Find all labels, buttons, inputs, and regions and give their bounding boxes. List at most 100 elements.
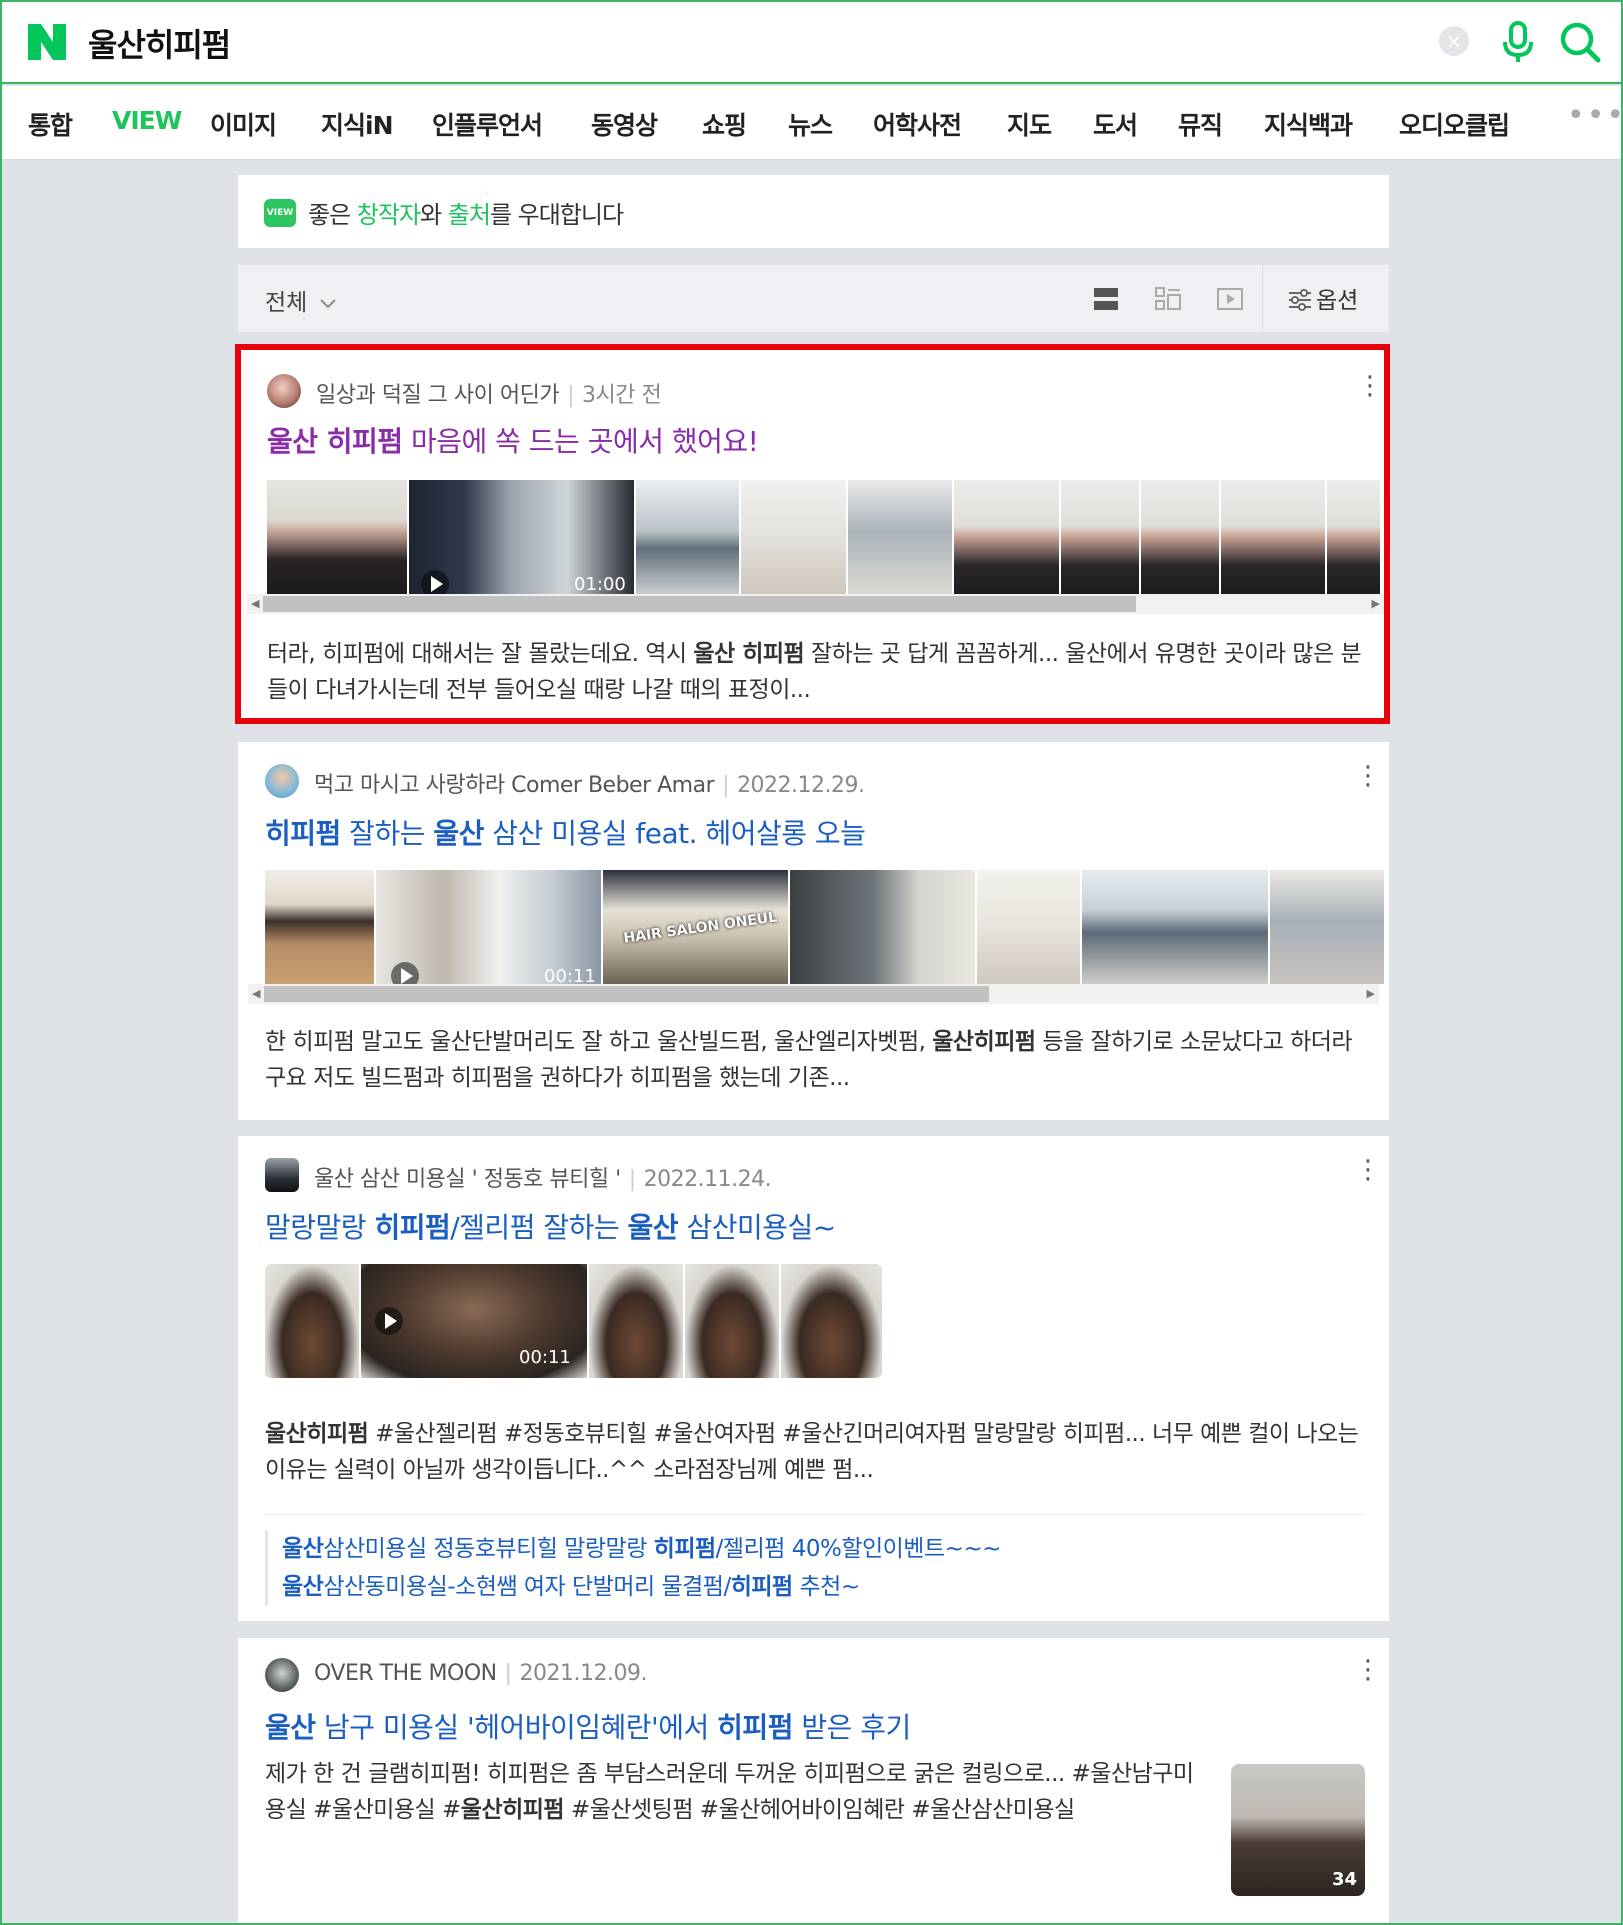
title-text: 삼산 미용실 feat. 헤어살롱 오늘 (483, 817, 866, 850)
more-options-icon[interactable]: ⋮ (1355, 763, 1381, 789)
tab-encyclopedia[interactable]: 지식백과 (1264, 106, 1353, 142)
result-title[interactable]: 울산 남구 미용실 '헤어바이임혜란'에서 히피펌 받은 후기 (265, 1706, 911, 1746)
post-time: 2022.11.24. (643, 1167, 772, 1192)
related-link-text: /젤리펌 40%할인이벤트~~~ (715, 1536, 1002, 1562)
play-icon[interactable] (421, 570, 449, 594)
tab-dictionary[interactable]: 어학사전 (873, 106, 962, 142)
thumbnail-image[interactable] (1061, 480, 1141, 594)
filter-all-dropdown[interactable]: 전체 (265, 283, 337, 317)
scroll-right-icon[interactable]: ▶ (1367, 987, 1375, 1000)
image-strip[interactable]: 00:11 (265, 1264, 882, 1378)
thumbnail-image[interactable] (1141, 480, 1221, 594)
author-name[interactable]: OVER THE MOON (314, 1661, 497, 1686)
tab-influencer[interactable]: 인플루언서 (432, 106, 543, 142)
list-view-icon[interactable] (1092, 285, 1120, 313)
keyword-highlight: 히피펌 (730, 1574, 793, 1600)
horizontal-scrollbar[interactable]: ◀ ▶ (247, 594, 1384, 614)
video-thumbnail[interactable]: 00:11 (376, 870, 603, 984)
horizontal-scrollbar[interactable]: ◀ ▶ (248, 984, 1379, 1004)
thumbnail-image[interactable] (589, 1264, 685, 1378)
thumbnail-image[interactable] (790, 870, 977, 984)
tab-map[interactable]: 지도 (1007, 106, 1052, 142)
avatar[interactable] (265, 1658, 299, 1692)
thumbnail-image[interactable] (954, 480, 1061, 594)
thumbnail-image[interactable] (1327, 480, 1382, 594)
thumbnail-image[interactable]: HAIR SALON ONEUL (603, 870, 790, 984)
title-text: 마음에 쏙 드는 곳에서 했어요! (402, 425, 759, 458)
related-post-link[interactable]: 울산삼산동미용실-소현쌤 여자 단발머리 물결펌/히피펌 추천~ (282, 1568, 1365, 1606)
more-options-icon[interactable]: ⋮ (1355, 1157, 1381, 1183)
thumbnail-image[interactable] (1082, 870, 1270, 984)
more-options-icon[interactable]: ⋮ (1355, 1657, 1381, 1683)
avatar[interactable] (265, 764, 299, 798)
image-strip[interactable]: 01:00 (267, 480, 1382, 594)
post-time: 2021.12.09. (519, 1661, 648, 1686)
tab-video[interactable]: 동영상 (591, 106, 658, 142)
avatar[interactable] (265, 1158, 299, 1192)
tab-audio-clip[interactable]: 오디오클립 (1399, 106, 1510, 142)
keyword-highlight: 울산히피펌 (932, 1029, 1036, 1055)
thumbnail-image[interactable] (1221, 480, 1327, 594)
more-options-icon[interactable]: ⋮ (1357, 373, 1383, 399)
result-title[interactable]: 울산 히피펌 마음에 쏙 드는 곳에서 했어요! (267, 420, 759, 460)
thumbnail-image[interactable] (267, 480, 409, 594)
scroll-right-icon[interactable]: ▶ (1372, 597, 1380, 610)
image-strip[interactable]: 00:11 HAIR SALON ONEUL (265, 870, 1386, 984)
notice-prefix: 좋은 (308, 201, 357, 229)
avatar[interactable] (267, 374, 301, 408)
thumbnail-image[interactable] (265, 870, 376, 984)
play-icon[interactable] (375, 1307, 403, 1335)
author-name[interactable]: 울산 삼산 미용실 ' 정동호 뷰티힐 ' (314, 1167, 621, 1192)
naver-logo-icon[interactable] (28, 24, 66, 60)
tab-music[interactable]: 뮤직 (1178, 106, 1223, 142)
thumbnail-image[interactable] (848, 480, 954, 594)
scrollbar-thumb[interactable] (264, 986, 989, 1002)
play-icon[interactable] (391, 962, 419, 984)
description-text: #울산셋팅펌 #울산헤어바이임혜란 #울산삼산미용실 (564, 1797, 1075, 1823)
scroll-left-icon[interactable]: ◀ (251, 597, 259, 610)
result-title[interactable]: 히피펌 잘하는 울산 삼산 미용실 feat. 헤어살롱 오늘 (265, 812, 866, 852)
related-post-link[interactable]: 울산삼산미용실 정동호뷰티힐 말랑말랑 히피펌/젤리펌 40%할인이벤트~~~ (282, 1530, 1365, 1568)
thumbnail-image[interactable] (265, 1264, 361, 1378)
search-query[interactable]: 울산히피펌 (88, 20, 231, 66)
thumbnail-image[interactable] (977, 870, 1082, 984)
thumbnail-image[interactable] (741, 480, 848, 594)
scrollbar-thumb[interactable] (263, 596, 1136, 612)
related-link-text: 삼산동미용실-소현쌤 여자 단발머리 물결펌/ (323, 1574, 731, 1600)
more-tabs-icon[interactable]: ••• (1567, 98, 1623, 133)
video-duration: 00:11 (519, 1347, 571, 1368)
keyword-highlight: 울산 (282, 1536, 324, 1562)
tab-integrated[interactable]: 통합 (28, 106, 73, 142)
tab-books[interactable]: 도서 (1093, 106, 1138, 142)
microphone-icon[interactable] (1498, 20, 1538, 64)
video-view-icon[interactable] (1216, 285, 1244, 313)
video-thumbnail[interactable]: 00:11 (361, 1264, 589, 1378)
author-name[interactable]: 일상과 덕질 그 사이 어딘가 (316, 383, 560, 408)
tab-images[interactable]: 이미지 (210, 106, 277, 142)
image-count: 34 (1331, 1869, 1357, 1890)
thumbnail-image[interactable] (636, 480, 741, 594)
notice-source-link[interactable]: 출처 (448, 201, 491, 229)
video-thumbnail[interactable]: 01:00 (409, 480, 636, 594)
keyword-highlight: 울산히피펌 (460, 1797, 565, 1823)
thumbnail-image[interactable] (781, 1264, 882, 1378)
notice-creator-link[interactable]: 창작자 (357, 201, 421, 229)
result-title[interactable]: 말랑말랑 히피펌/젤리펌 잘하는 울산 삼산미용실~ (265, 1206, 836, 1246)
clear-search-icon[interactable]: × (1439, 26, 1469, 56)
keyword-highlight: 울산 히피펌 (693, 641, 805, 667)
search-header: 울산히피펌 × (2, 2, 1621, 84)
scroll-left-icon[interactable]: ◀ (252, 987, 260, 1000)
search-icon[interactable] (1558, 20, 1602, 64)
tab-news[interactable]: 뉴스 (788, 106, 833, 142)
tab-view[interactable]: VIEW (112, 106, 182, 135)
keyword-highlight: 히피펌 (653, 1536, 716, 1562)
thumbnail-view-icon[interactable] (1154, 285, 1182, 313)
result-meta: OVER THE MOON | 2021.12.09. (314, 1661, 648, 1686)
thumbnail-image[interactable] (1270, 870, 1386, 984)
tab-shopping[interactable]: 쇼핑 (702, 106, 747, 142)
thumbnail-image[interactable]: 34 (1231, 1764, 1365, 1896)
author-name[interactable]: 먹고 마시고 사랑하라 Comer Beber Amar (314, 773, 715, 798)
tab-knowledge-in[interactable]: 지식iN (321, 106, 393, 142)
options-button[interactable]: 옵션 (1288, 281, 1358, 315)
thumbnail-image[interactable] (685, 1264, 781, 1378)
